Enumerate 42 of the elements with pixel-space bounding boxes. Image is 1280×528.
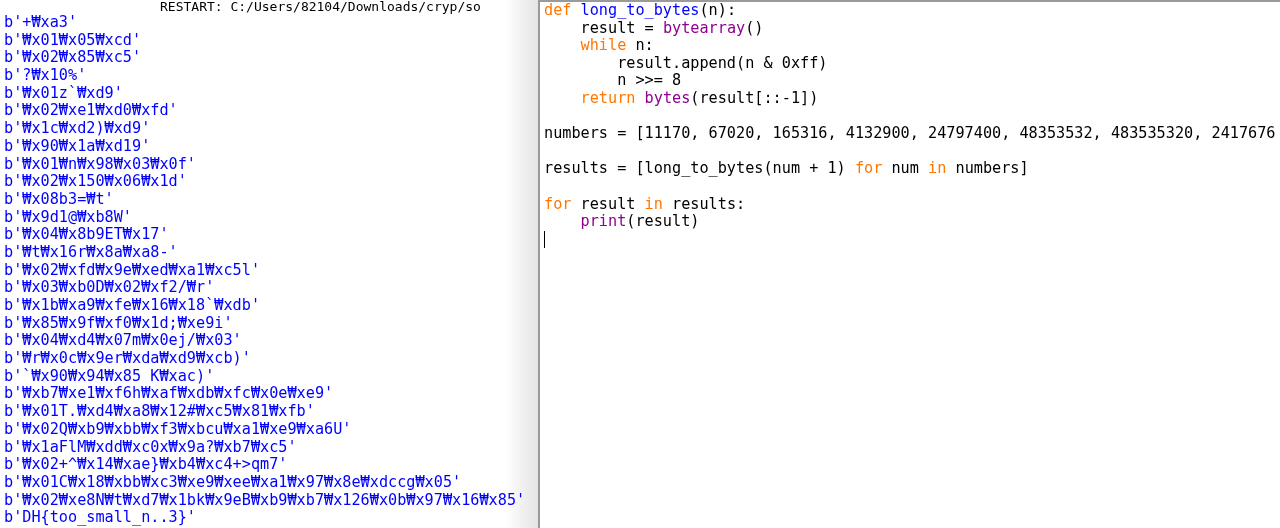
- output-line: b'₩x1b₩xa9₩xfe₩x16₩x18`₩xdb': [3, 297, 262, 315]
- code-line: numbers = [11170, 67020, 165316, 4132900, 24797400, 48353532, 483535320, 2417676: [544, 125, 1277, 143]
- output-line: b'₩x01₩n₩x98₩x03₩x0f': [3, 155, 198, 174]
- output-line: b'₩x02₩x150₩x06₩x1d': [3, 173, 188, 191]
- output-line: b'₩x02Q₩xb9₩xbb₩xf3₩xbcu₩xa1₩xe9₩xa6U': [3, 420, 353, 439]
- output-line: b'₩x02₩xe1₩xd0₩xfd': [3, 102, 179, 121]
- output-line: b'₩x85₩x9f₩xf0₩x1d;₩xe9i': [3, 314, 234, 333]
- output-line: b'₩x90₩x1a₩xd19': [3, 137, 152, 156]
- output-line: b'₩x9d1@₩xb8W': [3, 208, 133, 227]
- output-line: b'DH{too_small_n..3}': [3, 509, 198, 527]
- text-cursor-icon: [544, 230, 545, 248]
- code-line: result = bytearray(): [579, 19, 765, 38]
- output-line: b'₩x08b3=₩t': [3, 190, 115, 209]
- code-line: for result in results:: [544, 195, 747, 214]
- restart-message: RESTART: C:/Users/82104/Downloads/cryp/so: [160, 0, 481, 14]
- output-line: b'₩x01z`₩xd9': [3, 84, 124, 103]
- code-line: result.append(n & 0xff): [616, 54, 829, 73]
- output-line: b'₩x02₩x85₩xc5': [3, 49, 143, 68]
- output-line: b'₩x1aFlM₩xdd₩xc0x₩x9a?₩xb7₩xc5': [3, 438, 298, 457]
- code-line: n >>= 8: [616, 72, 683, 90]
- output-line: b'₩x01C₩x18₩xbb₩xc3₩xe9₩xee₩xa1₩x97₩x8e₩xdccg₩x05': [3, 473, 463, 492]
- output-line: b'₩x02₩xe8N₩t₩xd7₩x1bk₩x9eB₩xb9₩xb7₩x126₩x0b₩x97₩x16₩x85': [3, 491, 527, 510]
- code-line: while n:: [579, 37, 655, 55]
- output-line: b'₩xb7₩xe1₩xf6h₩xaf₩xdb₩xfc₩x0e₩xe9': [3, 385, 335, 404]
- output-line: b'₩x03₩xb0D₩x02₩xf2/₩r': [3, 279, 216, 297]
- code-line: return bytes(result[::-1]): [579, 89, 820, 108]
- output-line: b'₩x02+^₩x14₩xae}₩xb4₩xc4+>qm7': [3, 456, 289, 474]
- code-line: def long_to_bytes(n):: [544, 2, 738, 20]
- output-line: b'₩x1c₩xd2)₩xd9': [3, 120, 152, 138]
- output-line: b'`₩x90₩x94₩x85 K₩xac)': [3, 367, 216, 386]
- output-line: b'?₩x10%': [3, 67, 88, 85]
- output-line: b'₩x04₩x8b9ET₩x17': [3, 226, 170, 244]
- output-line: b'₩r₩x0c₩x9er₩xda₩xd9₩xcb)': [3, 350, 252, 368]
- output-line: b'₩x01T.₩xd4₩xa8₩x12#₩xc5₩x81₩xfb': [3, 403, 316, 421]
- output-line: b'₩t₩x16r₩x8a₩xa8-': [3, 243, 179, 262]
- code-editor[interactable]: [538, 0, 1280, 528]
- code-line: print(result): [579, 213, 701, 231]
- output-line: b'+₩xa3': [3, 14, 79, 32]
- output-line: b'₩x01₩x05₩xcd': [3, 31, 143, 50]
- code-line: results = [long_to_bytes(num + 1) for num in numbers]: [544, 160, 1030, 178]
- output-line: b'₩x04₩xd4₩x07m₩x0ej/₩x03': [3, 332, 243, 351]
- output-line: b'₩x02₩xfd₩x9e₩xed₩xa1₩xc5l': [3, 261, 262, 280]
